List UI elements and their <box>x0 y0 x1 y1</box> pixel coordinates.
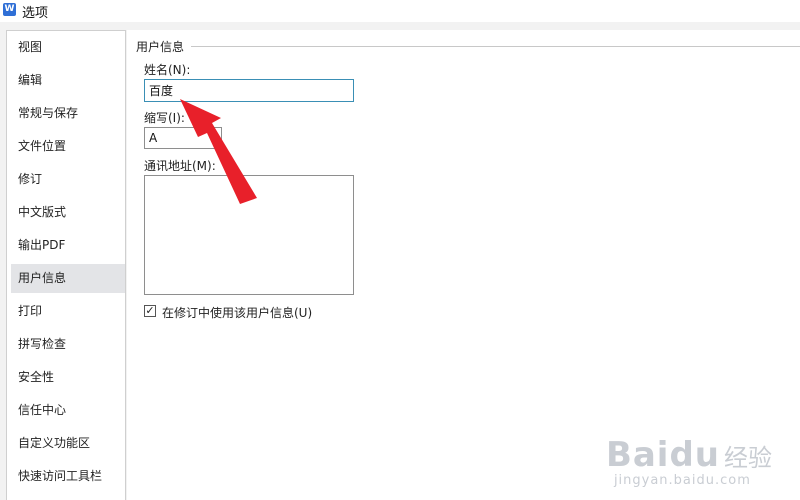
sidebar-item-view[interactable]: 视图 <box>11 33 125 62</box>
sidebar-item-general-save[interactable]: 常规与保存 <box>11 99 125 128</box>
sidebar-item-print[interactable]: 打印 <box>11 297 125 326</box>
sidebar-item-file-location[interactable]: 文件位置 <box>11 132 125 161</box>
sidebar-item-edit[interactable]: 编辑 <box>11 66 125 95</box>
use-info-checkbox[interactable]: ✓ <box>144 305 156 317</box>
watermark-url: jingyan.baidu.com <box>613 473 751 488</box>
options-sidebar: 视图 编辑 常规与保存 文件位置 修订 中文版式 输出PDF 用户信息 打印 拼… <box>6 30 126 500</box>
sidebar-item-security[interactable]: 安全性 <box>11 363 125 392</box>
user-info-panel: 用户信息 姓名(N): 缩写(I): 通讯地址(M): ✓ 在修订中使用该用户信… <box>127 30 800 500</box>
name-input[interactable] <box>144 79 354 102</box>
title-bar: W 选项 <box>0 0 800 22</box>
group-divider <box>191 46 800 47</box>
initials-label: 缩写(I): <box>144 111 185 125</box>
sidebar-item-revision[interactable]: 修订 <box>11 165 125 194</box>
sidebar-item-spell-check[interactable]: 拼写检查 <box>11 330 125 359</box>
window-title: 选项 <box>22 6 49 21</box>
sidebar-item-quick-access-toolbar[interactable]: 快速访问工具栏 <box>11 462 125 491</box>
watermark-cn: 经验 <box>724 444 772 472</box>
sidebar-item-customize-ribbon[interactable]: 自定义功能区 <box>11 429 125 458</box>
name-label: 姓名(N): <box>144 63 191 77</box>
baidu-jingyan-watermark: Baidu 经验 jingyan.baidu.com <box>606 435 772 488</box>
address-textarea[interactable] <box>144 175 354 295</box>
sidebar-item-export-pdf[interactable]: 输出PDF <box>11 231 125 260</box>
address-label: 通讯地址(M): <box>144 159 216 173</box>
sidebar-item-chinese-layout[interactable]: 中文版式 <box>11 198 125 227</box>
watermark-logo-du: du <box>669 435 720 475</box>
wps-app-icon: W <box>3 3 16 16</box>
watermark-logo: Bai <box>605 435 670 475</box>
sidebar-item-user-info[interactable]: 用户信息 <box>11 264 125 293</box>
group-title: 用户信息 <box>136 38 189 55</box>
use-info-label[interactable]: 在修订中使用该用户信息(U) <box>162 304 312 321</box>
initials-input[interactable] <box>144 127 222 149</box>
sidebar-item-trust-center[interactable]: 信任中心 <box>11 396 125 425</box>
